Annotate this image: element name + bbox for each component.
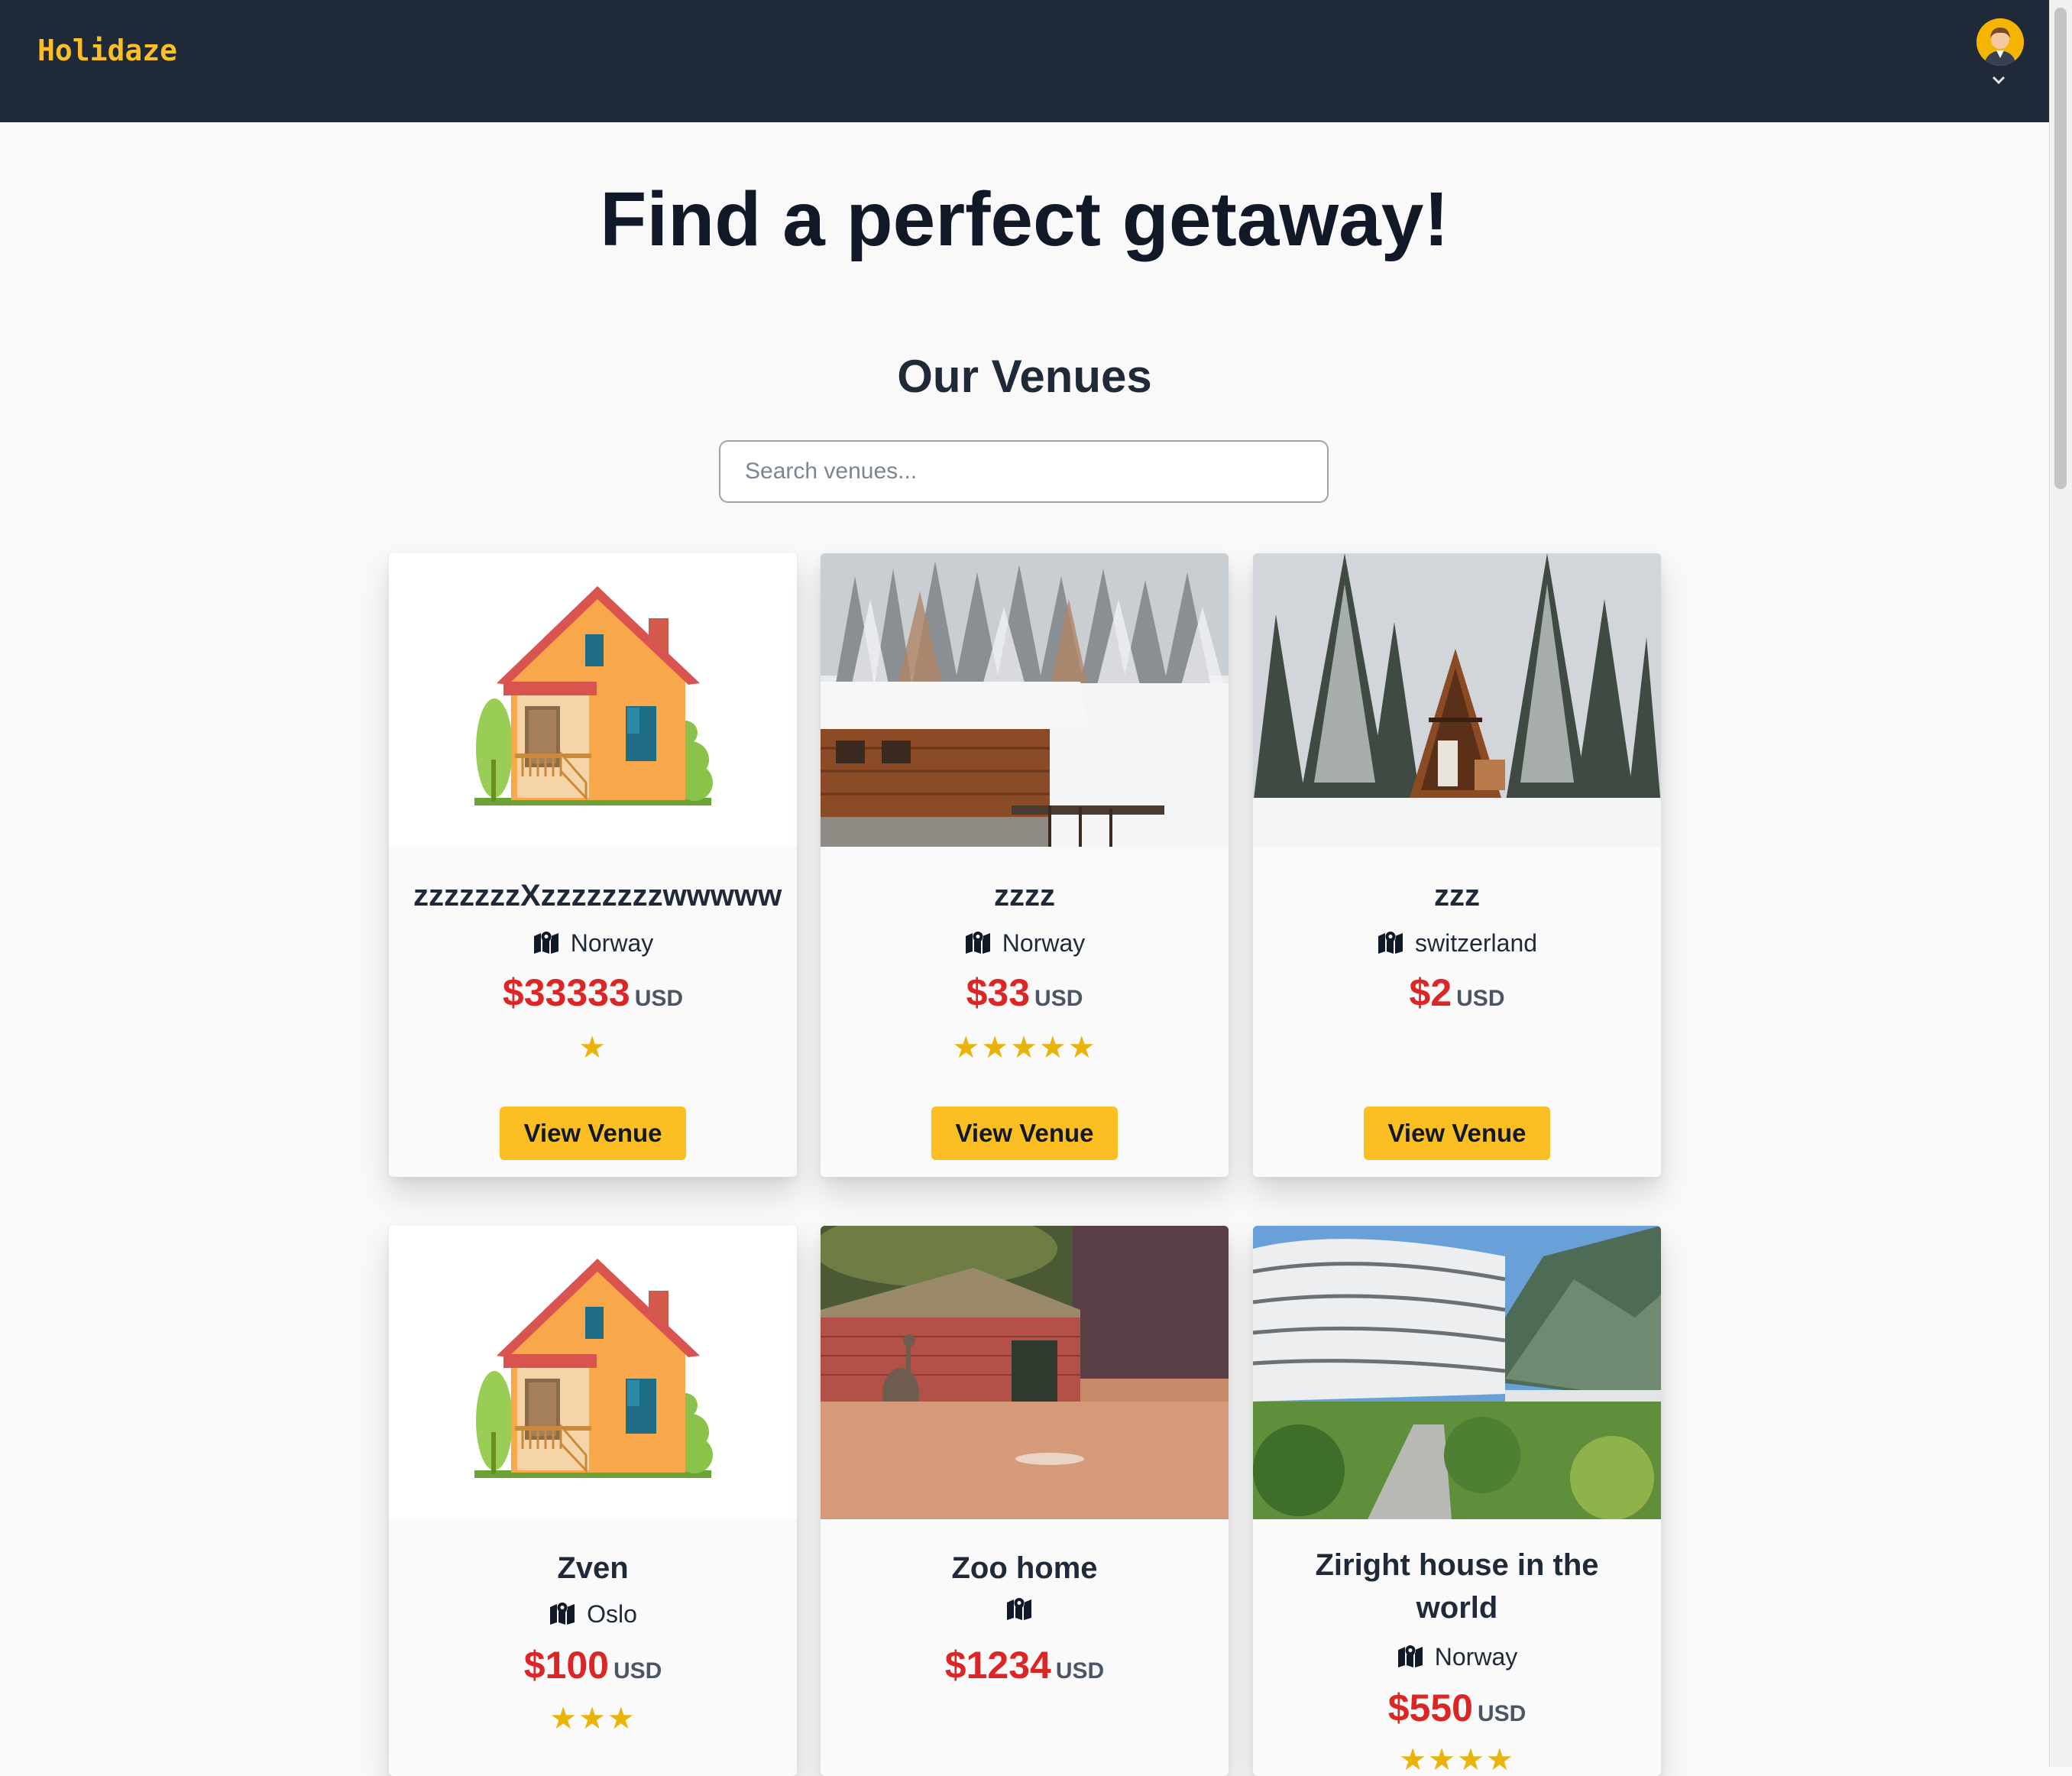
map-icon bbox=[1397, 1644, 1424, 1668]
price-amount: $100 bbox=[523, 1644, 609, 1687]
chevron-down-icon[interactable] bbox=[1991, 70, 2006, 90]
price-currency: USD bbox=[1055, 1658, 1105, 1684]
user-avatar-icon[interactable] bbox=[1976, 18, 2024, 66]
venue-location: switzerland bbox=[1253, 929, 1661, 958]
venue-location: Norway bbox=[1253, 1643, 1661, 1671]
venue-image[interactable] bbox=[1253, 553, 1661, 847]
venue-price: $2 USD bbox=[1253, 971, 1661, 1015]
star-rating: ★ bbox=[578, 1031, 607, 1065]
venue-title: Zoo home bbox=[951, 1551, 1098, 1585]
venue-title: zzzz bbox=[994, 879, 1055, 912]
venue-location-text: Oslo bbox=[587, 1600, 637, 1628]
venue-price: $33 USD bbox=[821, 971, 1229, 1015]
price-currency: USD bbox=[1477, 1701, 1526, 1726]
venue-card: Zoo home $1234 USD bbox=[821, 1226, 1229, 1776]
view-venue-button[interactable]: View Venue bbox=[1364, 1107, 1550, 1160]
venue-card: Zven Oslo $100 USD ★★★ bbox=[389, 1226, 797, 1776]
venue-price: $33333 USD bbox=[389, 971, 797, 1015]
map-icon bbox=[964, 930, 992, 954]
venue-title: zzz bbox=[1434, 879, 1480, 912]
venue-title: Ziright house in the bbox=[1315, 1548, 1599, 1582]
venue-price: $1234 USD bbox=[821, 1643, 1229, 1687]
map-icon bbox=[1005, 1596, 1033, 1621]
venue-image[interactable] bbox=[821, 553, 1229, 847]
venue-card: zzzz Norway $33 USD ★★★★★ View Venue bbox=[821, 553, 1229, 1177]
venue-image[interactable] bbox=[389, 553, 797, 847]
view-venue-button[interactable]: View Venue bbox=[931, 1107, 1118, 1160]
price-amount: $33333 bbox=[502, 971, 630, 1014]
venue-image[interactable] bbox=[1253, 1226, 1661, 1519]
venue-location: Oslo bbox=[389, 1600, 797, 1629]
venue-location: Norway bbox=[389, 929, 797, 958]
price-currency: USD bbox=[613, 1658, 662, 1684]
search-input[interactable] bbox=[719, 440, 1329, 503]
map-icon bbox=[1377, 930, 1404, 954]
venue-card: Ziright house in the world Norway $550 US… bbox=[1253, 1226, 1661, 1776]
price-amount: $550 bbox=[1387, 1687, 1473, 1729]
map-icon bbox=[549, 1601, 576, 1625]
price-currency: USD bbox=[1034, 986, 1083, 1011]
venue-title-line2: world bbox=[1416, 1591, 1498, 1625]
view-venue-button[interactable]: View Venue bbox=[500, 1107, 686, 1160]
venue-price: $550 USD bbox=[1253, 1686, 1661, 1730]
venue-location-text: Norway bbox=[570, 929, 654, 957]
venue-location-text: switzerland bbox=[1414, 929, 1538, 957]
venue-location-text: Norway bbox=[1002, 929, 1086, 957]
navbar: Holidaze bbox=[0, 0, 2049, 122]
venue-card: zzzzzzzXzzzzzzzzwwwww Norway $33333 USD ★… bbox=[389, 553, 797, 1177]
star-rating: ★★★★★ bbox=[952, 1031, 1097, 1065]
venues-title: Our Venues bbox=[897, 351, 1152, 402]
logo[interactable]: Holidaze bbox=[37, 34, 177, 67]
star-rating: ★★★★ bbox=[1399, 1743, 1515, 1776]
venue-title: zzzzzzzXzzzzzzzzwwwww bbox=[413, 879, 782, 912]
venue-title: Zven bbox=[557, 1551, 629, 1585]
map-icon bbox=[533, 930, 560, 954]
hero-title: Find a perfect getaway! bbox=[600, 177, 1449, 262]
price-amount: $2 bbox=[1409, 971, 1452, 1014]
star-rating: ★★★ bbox=[549, 1702, 636, 1735]
venue-image[interactable] bbox=[389, 1226, 797, 1519]
price-amount: $33 bbox=[966, 971, 1031, 1014]
price-amount: $1234 bbox=[944, 1644, 1051, 1687]
scrollbar[interactable] bbox=[2049, 0, 2072, 1767]
price-currency: USD bbox=[1456, 986, 1505, 1011]
venue-location-text: Norway bbox=[1434, 1643, 1518, 1671]
scrollbar-thumb[interactable] bbox=[2054, 8, 2067, 489]
venue-price: $100 USD bbox=[389, 1643, 797, 1687]
venue-location: Norway bbox=[821, 929, 1229, 958]
venue-image[interactable] bbox=[821, 1226, 1229, 1519]
venue-card: zzz switzerland $2 USD View Venue bbox=[1253, 553, 1661, 1177]
venue-location bbox=[821, 1596, 1229, 1624]
price-currency: USD bbox=[634, 986, 684, 1011]
